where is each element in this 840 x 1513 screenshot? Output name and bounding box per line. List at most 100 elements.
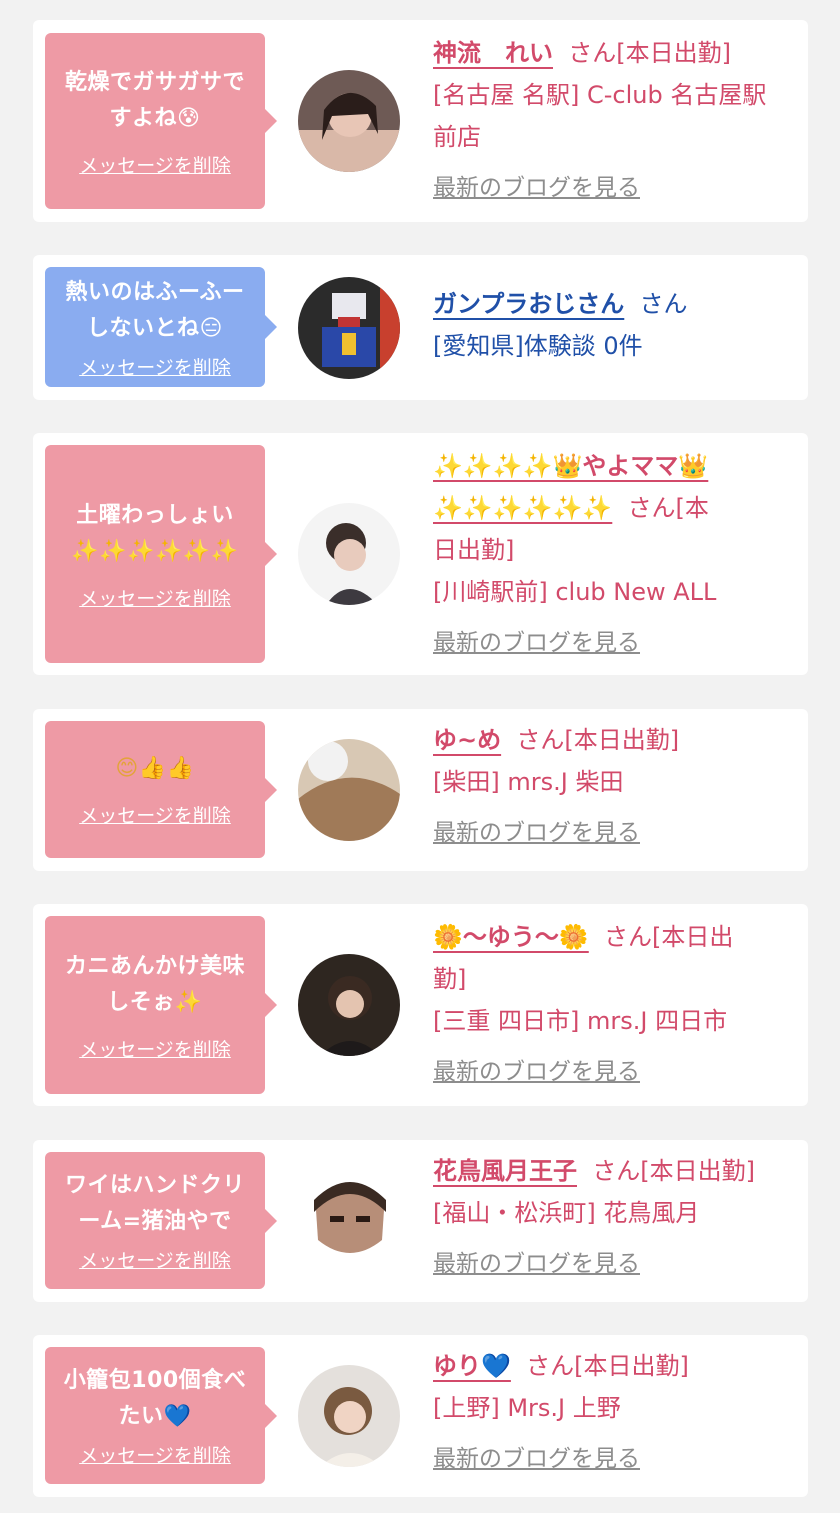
- message-line: 小籠包100個食べ: [63, 1368, 247, 1393]
- delete-message-link[interactable]: メッセージを削除: [79, 801, 231, 828]
- delete-message-link[interactable]: メッセージを削除: [79, 584, 231, 611]
- message-line-text: すよね: [109, 105, 178, 131]
- message-card: ワイはハンドクリ ーム=猪油やで メッセージを削除 花鳥風月王子 さん[本日出勤…: [33, 1140, 808, 1302]
- blog-link[interactable]: 最新のブログを見る: [433, 1439, 788, 1479]
- shop-text: [柴田] mrs.J 柴田: [433, 768, 624, 796]
- message-text: 乾燥でガサガサで すよね😰: [65, 65, 245, 137]
- message-text: 小籠包100個食べ たい💙: [64, 1363, 246, 1435]
- profile-info: ✨✨✨✨👑やよママ👑 ✨✨✨✨✨✨ さん[本 日出勤] [川崎駅前] club …: [433, 445, 788, 663]
- smile-thumbs-up-icon: 😊👍👍: [115, 756, 195, 781]
- status-text-line2: 日出勤]: [433, 536, 515, 564]
- shop-text: [上野] Mrs.J 上野: [433, 1394, 621, 1422]
- message-card: 小籠包100個食べ たい💙 メッセージを削除 ゆり💙 さん[本日出勤] [上野]…: [33, 1335, 808, 1497]
- profile-info: ゆり💙 さん[本日出勤] [上野] Mrs.J 上野 最新のブログを見る: [433, 1345, 788, 1479]
- sparkle-icon: ✨✨✨✨✨✨: [71, 538, 239, 564]
- delete-message-link[interactable]: メッセージを削除: [79, 151, 231, 178]
- avatar[interactable]: [298, 1365, 400, 1467]
- message-text: ワイはハンドクリ ーム=猪油やで: [65, 1168, 245, 1240]
- delete-message-link[interactable]: メッセージを削除: [79, 1441, 231, 1468]
- delete-message-link[interactable]: メッセージを削除: [79, 353, 231, 380]
- message-text: 土曜わっしょい ✨✨✨✨✨✨: [71, 498, 238, 570]
- message-line: 乾燥でガサガサで: [64, 69, 245, 95]
- message-line-text: しないとね: [87, 315, 200, 341]
- profile-info: ガンプラおじさん さん [愛知県]体験談 0件: [433, 283, 788, 367]
- avatar[interactable]: [298, 277, 400, 379]
- message-line: たい💙: [64, 1399, 246, 1435]
- profile-name-link[interactable]: ゆ~め: [433, 726, 501, 754]
- message-line: 土曜わっしょい: [76, 502, 234, 528]
- message-line-text: しそぉ: [107, 989, 175, 1015]
- avatar[interactable]: [298, 70, 400, 172]
- message-line: しないとね😑: [65, 311, 244, 347]
- status-text: さん[本日出勤]: [592, 1157, 755, 1185]
- message-bubble: 乾燥でガサガサで すよね😰 メッセージを削除: [45, 33, 277, 209]
- shop-text: [福山・松浜町] 花鳥風月: [433, 1199, 700, 1227]
- profile-name-link[interactable]: ✨✨✨✨👑やよママ👑: [433, 452, 708, 480]
- avatar[interactable]: [298, 1170, 400, 1272]
- profile-name-link[interactable]: 花鳥風月王子: [433, 1157, 577, 1185]
- delete-message-link[interactable]: メッセージを削除: [79, 1246, 231, 1273]
- avatar[interactable]: [298, 954, 400, 1056]
- message-bubble: カニあんかけ美味 しそぉ✨ メッセージを削除: [45, 916, 277, 1094]
- name-row: ガンプラおじさん さん: [433, 283, 788, 325]
- message-card: 乾燥でガサガサで すよね😰 メッセージを削除 神流 れい さん[本日出勤] [名…: [33, 20, 808, 222]
- name-row: ゆ~め さん[本日出勤]: [433, 719, 788, 761]
- shop-text-line2: 前店: [433, 123, 481, 151]
- message-card: カニあんかけ美味 しそぉ✨ メッセージを削除 🌼〜ゆう〜🌼 さん[本日出 勤] …: [33, 904, 808, 1106]
- message-line: しそぉ✨: [65, 985, 245, 1021]
- shop-text: [川崎駅前] club New ALL: [433, 578, 717, 606]
- name-row-2: ✨✨✨✨✨✨ さん[本: [433, 487, 788, 529]
- name-row: 花鳥風月王子 さん[本日出勤]: [433, 1150, 788, 1192]
- message-bubble: 小籠包100個食べ たい💙 メッセージを削除: [45, 1347, 277, 1484]
- status-text: さん[本日出勤]: [526, 1352, 689, 1380]
- profile-name-link[interactable]: ゆり💙: [433, 1352, 511, 1380]
- heart-icon: 💙: [163, 1404, 192, 1429]
- message-bubble: ワイはハンドクリ ーム=猪油やで メッセージを削除: [45, 1152, 277, 1289]
- status-text: さん: [639, 290, 688, 318]
- message-line: ワイはハンドクリ: [64, 1173, 245, 1198]
- status-text: さん[本: [627, 494, 709, 522]
- avatar[interactable]: [298, 503, 400, 605]
- profile-info: 花鳥風月王子 さん[本日出勤] [福山・松浜町] 花鳥風月 最新のブログを見る: [433, 1150, 788, 1284]
- blog-link[interactable]: 最新のブログを見る: [433, 168, 788, 208]
- status-text-line2: 勤]: [433, 965, 467, 993]
- shop-text: [三重 四日市] mrs.J 四日市: [433, 1007, 728, 1035]
- message-text: カニあんかけ美味 しそぉ✨: [65, 949, 245, 1021]
- blog-link[interactable]: 最新のブログを見る: [433, 623, 788, 663]
- message-line: すよね😰: [65, 101, 245, 137]
- message-card: 熱いのはふーふー しないとね😑 メッセージを削除 ガンプラおじさん さん [愛知…: [33, 255, 808, 400]
- profile-name-link-2[interactable]: ✨✨✨✨✨✨: [433, 494, 612, 522]
- profile-info: 🌼〜ゆう〜🌼 さん[本日出 勤] [三重 四日市] mrs.J 四日市 最新のブ…: [433, 916, 788, 1092]
- status-text: さん[本日出: [604, 923, 734, 951]
- status-text: さん[本日出勤]: [568, 39, 731, 67]
- message-card: 土曜わっしょい ✨✨✨✨✨✨ メッセージを削除 ✨✨✨✨👑やよママ👑 ✨✨✨✨✨…: [33, 433, 808, 675]
- emoji-icon: 😑: [199, 315, 223, 341]
- name-row: 神流 れい さん[本日出勤]: [433, 32, 788, 74]
- message-text: 熱いのはふーふー しないとね😑: [65, 275, 244, 347]
- blog-link[interactable]: 最新のブログを見る: [433, 1052, 788, 1092]
- heart-icon: 💙: [481, 1352, 511, 1380]
- shop-text: [名古屋 名駅] C-club 名古屋駅: [433, 81, 767, 109]
- message-bubble: 熱いのはふーふー しないとね😑 メッセージを削除: [45, 267, 277, 387]
- blog-link[interactable]: 最新のブログを見る: [433, 1244, 788, 1284]
- sparkle-icon: ✨: [174, 989, 203, 1015]
- message-bubble: 😊👍👍 メッセージを削除: [45, 721, 277, 858]
- shop-text: [愛知県]体験談 0件: [433, 332, 643, 360]
- profile-name-link[interactable]: 🌼〜ゆう〜🌼: [433, 923, 589, 951]
- profile-info: ゆ~め さん[本日出勤] [柴田] mrs.J 柴田 最新のブログを見る: [433, 719, 788, 853]
- blog-link[interactable]: 最新のブログを見る: [433, 813, 788, 853]
- name-row: ゆり💙 さん[本日出勤]: [433, 1345, 788, 1387]
- profile-name-link[interactable]: 神流 れい: [433, 39, 553, 67]
- emoji-icon: 😰: [177, 105, 201, 131]
- profile-name-text: ゆり: [433, 1352, 481, 1380]
- profile-info: 神流 れい さん[本日出勤] [名古屋 名駅] C-club 名古屋駅 前店 最…: [433, 32, 788, 208]
- profile-name-link[interactable]: ガンプラおじさん: [433, 290, 624, 318]
- message-text: 😊👍👍: [115, 751, 194, 787]
- message-card: 😊👍👍 メッセージを削除 ゆ~め さん[本日出勤] [柴田] mrs.J 柴田 …: [33, 709, 808, 871]
- name-row: 🌼〜ゆう〜🌼 さん[本日出: [433, 916, 788, 958]
- message-bubble: 土曜わっしょい ✨✨✨✨✨✨ メッセージを削除: [45, 445, 277, 663]
- avatar[interactable]: [298, 739, 400, 841]
- delete-message-link[interactable]: メッセージを削除: [79, 1035, 231, 1062]
- message-line: ーム=猪油やで: [78, 1209, 232, 1234]
- status-text: さん[本日出勤]: [516, 726, 680, 754]
